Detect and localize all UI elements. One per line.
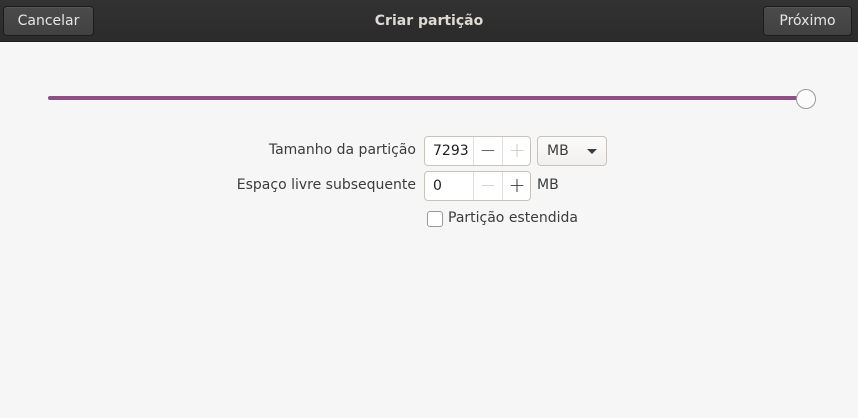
- dialog-title: Criar partição: [374, 13, 484, 29]
- increase-size-button[interactable]: +: [502, 137, 531, 165]
- partition-size-label: Tamanho da partição: [268, 142, 416, 158]
- decrease-size-button[interactable]: −: [473, 137, 502, 165]
- header-bar: Cancelar Criar partição Próximo: [0, 0, 858, 42]
- free-space-unit-label: MB: [537, 177, 559, 193]
- size-unit-dropdown[interactable]: MB: [537, 136, 607, 166]
- increase-free-space-button[interactable]: +: [502, 172, 531, 200]
- partition-size-spinbutton: 7293 − +: [424, 136, 531, 166]
- partition-size-slider-track[interactable]: [48, 96, 808, 100]
- free-space-input[interactable]: 0: [433, 172, 442, 200]
- extended-partition-label[interactable]: Partição estendida: [448, 210, 578, 226]
- dropdown-arrow-icon: [587, 149, 597, 154]
- free-space-spinbutton: 0 − +: [424, 171, 531, 201]
- partition-size-slider-handle[interactable]: [796, 89, 816, 109]
- next-button[interactable]: Próximo: [763, 6, 852, 36]
- free-space-after-label: Espaço livre subsequente: [236, 177, 416, 193]
- decrease-free-space-button[interactable]: −: [473, 172, 502, 200]
- partition-size-input[interactable]: 7293: [433, 137, 469, 165]
- size-unit-selected: MB: [547, 143, 569, 159]
- extended-partition-checkbox[interactable]: [427, 211, 443, 227]
